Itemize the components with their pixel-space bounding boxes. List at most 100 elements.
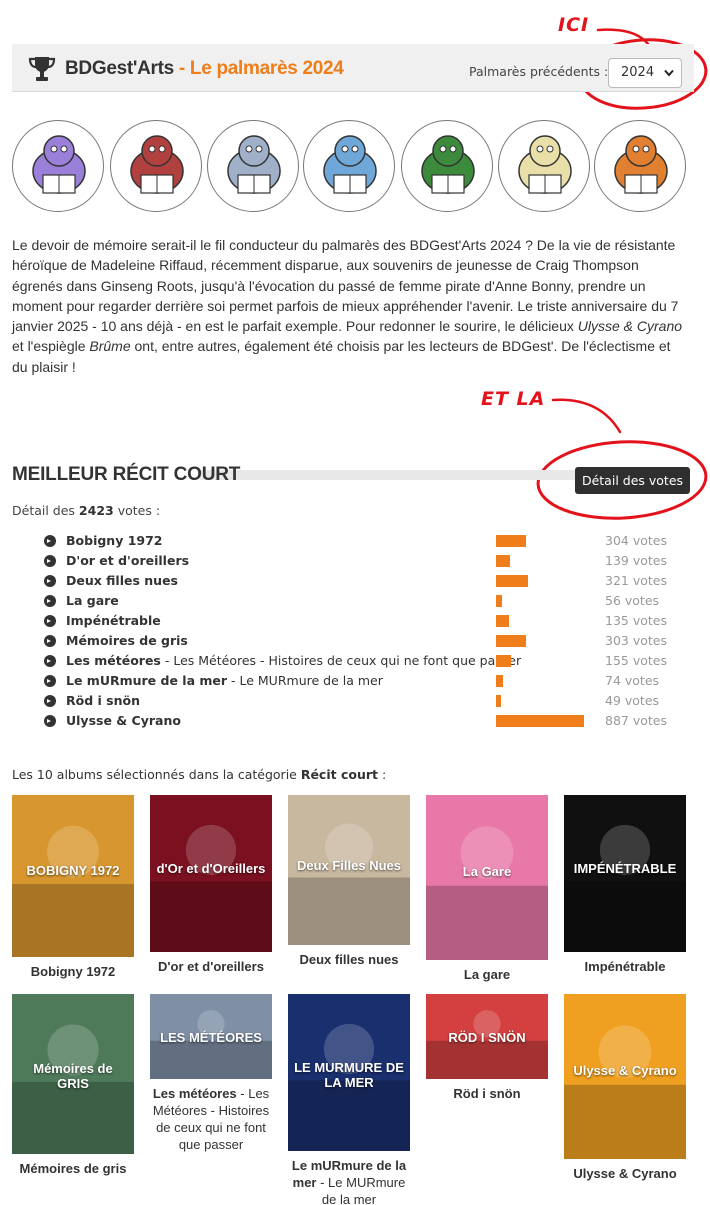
vote-count: 887 votes <box>605 713 667 728</box>
album-cover[interactable]: Mémoires de GRIS <box>12 994 134 1154</box>
year-select[interactable]: 2024 <box>608 58 682 88</box>
vote-bar <box>496 655 511 667</box>
vote-count: 135 votes <box>605 613 667 628</box>
vote-album-title: La gare <box>66 593 119 608</box>
vote-album-name[interactable]: Röd i snön <box>66 693 140 708</box>
arrow-bullet-icon <box>44 695 56 707</box>
intro-emphasis-2: Brûme <box>89 338 131 355</box>
vote-row: D'or et d'oreillers 139 votes <box>44 551 684 571</box>
vote-album-name[interactable]: Impénétrable <box>66 613 161 628</box>
brand-name: BDGest'Arts <box>65 58 174 79</box>
title-separator: - <box>173 58 190 79</box>
vote-count: 155 votes <box>605 653 667 668</box>
mascot-row <box>12 120 692 212</box>
album-cover-title: Mémoires de GRIS <box>33 1061 113 1091</box>
album-caption[interactable]: Ulysse & Cyrano <box>564 1165 686 1182</box>
vote-album-name[interactable]: D'or et d'oreillers <box>66 553 189 568</box>
album-card[interactable]: BOBIGNY 1972 Bobigny 1972 <box>12 795 134 980</box>
album-cover[interactable]: d'Or et d'Oreillers <box>150 795 272 952</box>
monkey-with-tablet-icon <box>594 120 686 212</box>
vote-album-name[interactable]: Le mURmure de la mer - Le MURmure de la … <box>66 673 383 688</box>
vote-album-subtitle: - Les Météores - Histoires de ceux qui n… <box>160 653 522 668</box>
album-caption[interactable]: Mémoires de gris <box>12 1160 134 1177</box>
vote-bar <box>496 575 528 587</box>
album-card[interactable]: Mémoires de GRIS Mémoires de gris <box>12 994 134 1177</box>
intro-emphasis-1: Ulysse & Cyrano <box>577 318 683 335</box>
arrow-bullet-icon <box>44 535 56 547</box>
vote-album-title: Impénétrable <box>66 613 161 628</box>
section-title: MEILLEUR RÉCIT COURT <box>12 464 241 485</box>
vote-album-name[interactable]: Bobigny 1972 <box>66 533 162 548</box>
votes-suffix: votes : <box>113 503 161 518</box>
vote-row: Ulysse & Cyrano 887 votes <box>44 711 684 731</box>
album-card[interactable]: IMPÉNÉTRABLE Impénétrable <box>564 795 686 975</box>
vote-count: 74 votes <box>605 673 660 688</box>
palmares-title: Le palmarès 2024 <box>189 58 344 79</box>
album-title: Deux filles nues <box>299 952 399 967</box>
album-cover[interactable]: BOBIGNY 1972 <box>12 795 134 957</box>
vote-count: 303 votes <box>605 633 667 648</box>
vote-bar <box>496 535 526 547</box>
album-card[interactable]: LE MURMURE DE LA MER Le mURmure de la mer… <box>288 994 410 1205</box>
vote-row: Impénétrable 135 votes <box>44 611 684 631</box>
album-caption[interactable]: Deux filles nues <box>288 951 410 968</box>
vote-album-name[interactable]: La gare <box>66 593 119 608</box>
album-caption[interactable]: Impénétrable <box>564 958 686 975</box>
vote-album-title: Ulysse & Cyrano <box>66 713 181 728</box>
frog-reading-icon <box>303 120 395 212</box>
vote-count: 139 votes <box>605 553 667 568</box>
vote-album-title: Les météores <box>66 653 161 668</box>
album-title: La gare <box>463 967 511 982</box>
album-cover[interactable]: LES MÉTÉORES <box>150 994 272 1079</box>
album-cover-title: LES MÉTÉORES <box>160 1030 262 1045</box>
arrow-bullet-icon <box>44 635 56 647</box>
album-cover[interactable]: LE MURMURE DE LA MER <box>288 994 410 1151</box>
vote-bar <box>496 675 503 687</box>
vote-bar <box>496 595 502 607</box>
album-caption[interactable]: La gare <box>426 966 548 983</box>
intro-text-2: et l'espiègle <box>12 338 90 355</box>
vote-album-title: D'or et d'oreillers <box>66 553 190 568</box>
vote-row: Le mURmure de la mer - Le MURmure de la … <box>44 671 684 691</box>
album-card[interactable]: RÖD I SNÖN Röd i snön <box>426 994 548 1102</box>
vote-bar <box>496 635 526 647</box>
vote-row: Röd i snön 49 votes <box>44 691 684 711</box>
album-caption[interactable]: Les météores - Les Météores - Histoires … <box>150 1085 272 1153</box>
album-caption[interactable]: Le mURmure de la mer - Le MURmure de la … <box>288 1157 410 1205</box>
album-card[interactable]: LES MÉTÉORES Les météores - Les Météores … <box>150 994 272 1153</box>
page-title: BDGest'Arts - Le palmarès 2024 <box>65 58 344 80</box>
vote-count: 56 votes <box>605 593 660 608</box>
album-cover[interactable]: Deux Filles Nues <box>288 795 410 945</box>
album-card[interactable]: Deux Filles Nues Deux filles nues <box>288 795 410 968</box>
creature-with-book-icon <box>110 120 202 212</box>
vote-album-name[interactable]: Ulysse & Cyrano <box>66 713 181 728</box>
album-cover[interactable]: La Gare <box>426 795 548 960</box>
album-cover-title: d'Or et d'Oreillers <box>156 861 266 876</box>
album-cover[interactable]: RÖD I SNÖN <box>426 994 548 1079</box>
album-cover-title: RÖD I SNÖN <box>448 1030 526 1045</box>
vote-album-title: Mémoires de gris <box>66 633 188 648</box>
vote-details-button[interactable]: Détail des votes <box>575 467 690 494</box>
album-card[interactable]: Ulysse & Cyrano Ulysse & Cyrano <box>564 994 686 1182</box>
album-cover-title: Ulysse & Cyrano <box>573 1063 677 1078</box>
vote-album-name[interactable]: Mémoires de gris <box>66 633 188 648</box>
album-cover[interactable]: Ulysse & Cyrano <box>564 994 686 1159</box>
album-cover-title: Deux Filles Nues <box>296 858 402 873</box>
album-caption[interactable]: Bobigny 1972 <box>12 963 134 980</box>
arrow-bullet-icon <box>44 715 56 727</box>
album-caption[interactable]: D'or et d'oreillers <box>150 958 272 975</box>
album-card[interactable]: d'Or et d'Oreillers D'or et d'oreillers <box>150 795 272 975</box>
albums-intro-prefix: Les 10 albums sélectionnés dans la catég… <box>12 767 301 782</box>
album-caption[interactable]: Röd i snön <box>426 1085 548 1102</box>
vote-bar <box>496 695 501 707</box>
album-cover[interactable]: IMPÉNÉTRABLE <box>564 795 686 952</box>
elephant-reading-icon <box>207 120 299 212</box>
intro-paragraph: Le devoir de mémoire serait-il le fil co… <box>12 235 687 377</box>
album-title: Mémoires de gris <box>19 1161 127 1176</box>
album-card[interactable]: La Gare La gare <box>426 795 548 983</box>
album-title: Les météores <box>152 1086 237 1101</box>
vote-bar <box>496 555 510 567</box>
year-select-value: 2024 <box>621 65 655 80</box>
vote-album-name[interactable]: Deux filles nues <box>66 573 178 588</box>
vote-album-name[interactable]: Les météores - Les Météores - Histoires … <box>66 653 521 668</box>
